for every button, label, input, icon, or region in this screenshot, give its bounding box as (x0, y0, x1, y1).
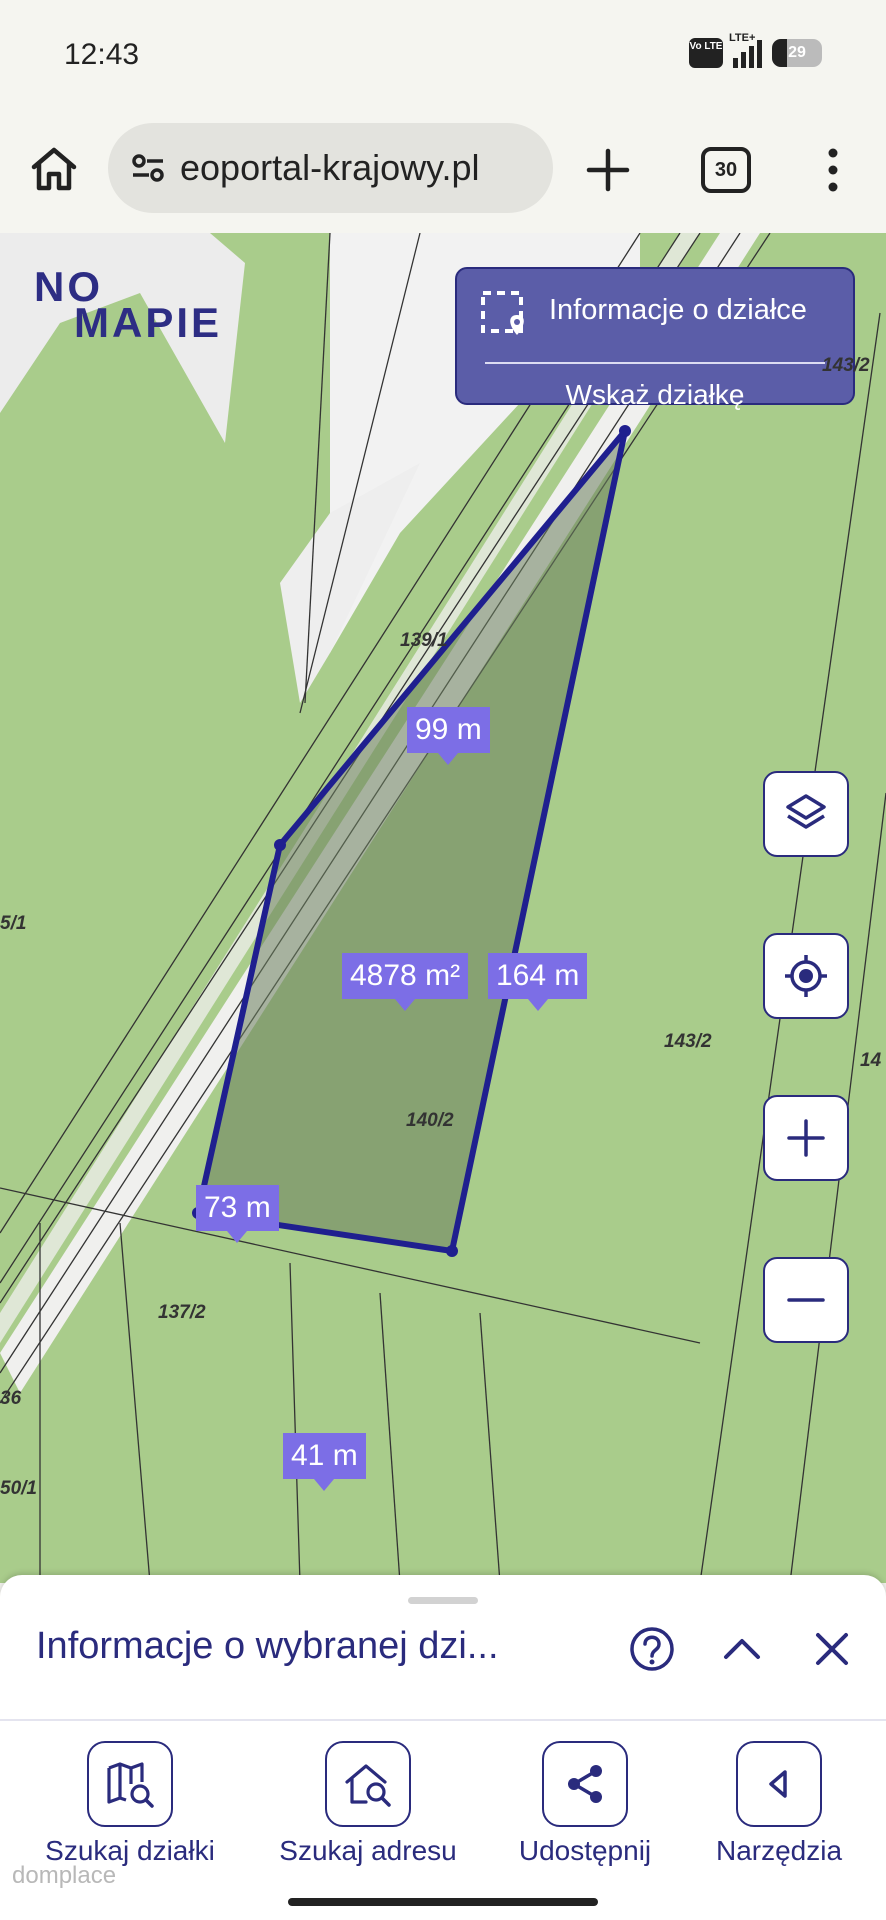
share-icon[interactable] (542, 1741, 628, 1827)
status-time: 12:43 (64, 38, 140, 71)
zoom-in-icon (787, 1119, 825, 1157)
layers-button[interactable] (763, 771, 849, 857)
measure-bottom-edge: 41 m (283, 1433, 366, 1491)
select-parcel-icon (481, 291, 524, 335)
locate-button[interactable] (763, 933, 849, 1019)
status-icons: Vo LTE LTE+ 29 (689, 32, 822, 68)
chevron-left-icon[interactable] (736, 1741, 822, 1827)
layers-icon (786, 794, 826, 829)
nomapie-logo: NO MAPIE (34, 263, 219, 346)
new-tab-icon[interactable] (583, 145, 633, 195)
close-icon[interactable] (808, 1625, 856, 1673)
system-navigation-bar (0, 1884, 886, 1920)
divider (485, 362, 825, 364)
gesture-handle[interactable] (288, 1898, 598, 1906)
site-settings-icon[interactable] (130, 150, 166, 186)
measure-area: 4878 m² (342, 953, 469, 1011)
parcel-label: 36 (0, 1388, 22, 1409)
map-canvas[interactable] (0, 233, 886, 1583)
parcel-label: 5/1 (0, 913, 27, 934)
logo-text-bottom: MAPIE (74, 299, 223, 346)
tabs-icon[interactable]: 30 (701, 147, 751, 193)
watermark: domplace (12, 1862, 117, 1889)
browser-toolbar: eoportal-krajowy.pl 30 (0, 115, 886, 234)
tool-label: Udostępnij (518, 1835, 652, 1866)
sheet-title: Informacje o wybranej dzi... (36, 1625, 499, 1667)
home-search-icon[interactable] (325, 1741, 411, 1827)
sheet-drag-handle[interactable] (408, 1597, 478, 1604)
tool-share[interactable]: Udostępnij (503, 1741, 667, 1867)
chevron-up-icon[interactable] (718, 1625, 766, 1673)
map-view[interactable]: NO MAPIE Informacje o działce Wskaż dzia… (0, 233, 886, 1583)
map-search-icon[interactable] (87, 1741, 173, 1827)
signal-icon: LTE+ (729, 32, 762, 68)
parcel-label: 139/1 (400, 630, 448, 651)
locate-icon (785, 955, 827, 997)
parcel-info-panel[interactable]: Informacje o działce Wskaż działkę (455, 267, 855, 410)
tool-tools[interactable]: Narzędzia (704, 1741, 854, 1867)
parcel-label: 14 (860, 1050, 882, 1071)
url-text[interactable]: eoportal-krajowy.pl (180, 147, 479, 189)
status-bar: 12:43 Vo LTE LTE+ 29 (0, 0, 886, 115)
volte-icon: Vo LTE (689, 38, 723, 68)
point-parcel-button[interactable]: Wskaż działkę (457, 379, 853, 411)
more-vertical-icon[interactable] (818, 145, 848, 195)
zoom-in-button[interactable] (763, 1095, 849, 1181)
parcel-label: 143/2 (664, 1031, 712, 1052)
parcel-label: 50/1 (0, 1478, 37, 1499)
divider (0, 1719, 886, 1721)
info-panel-title: Informacje o działce (549, 294, 807, 326)
home-icon[interactable] (28, 143, 80, 195)
parcel-label: 137/2 (158, 1302, 206, 1323)
tool-label: Szukaj adresu (279, 1835, 457, 1866)
address-bar[interactable]: eoportal-krajowy.pl (108, 123, 553, 213)
measure-right-edge: 164 m (488, 953, 588, 1011)
network-type: LTE+ (729, 32, 756, 44)
measure-top-edge: 99 m (407, 707, 490, 765)
zoom-out-icon (787, 1298, 825, 1302)
tool-search-parcel[interactable]: Szukaj działki (32, 1741, 228, 1867)
measure-left-edge: 73 m (196, 1185, 279, 1243)
tool-label: Narzędzia (715, 1835, 843, 1866)
parcel-label: 140/2 (406, 1110, 454, 1131)
zoom-out-button[interactable] (763, 1257, 849, 1343)
help-icon[interactable] (628, 1625, 676, 1673)
parcel-info-sheet: Informacje o wybranej dzi... Szukaj dzia… (0, 1575, 886, 1920)
battery-icon: 29 (772, 39, 822, 67)
tool-search-address[interactable]: Szukaj adresu (265, 1741, 471, 1867)
battery-level: 29 (788, 44, 806, 61)
parcel-label: 143/2 (822, 355, 870, 376)
